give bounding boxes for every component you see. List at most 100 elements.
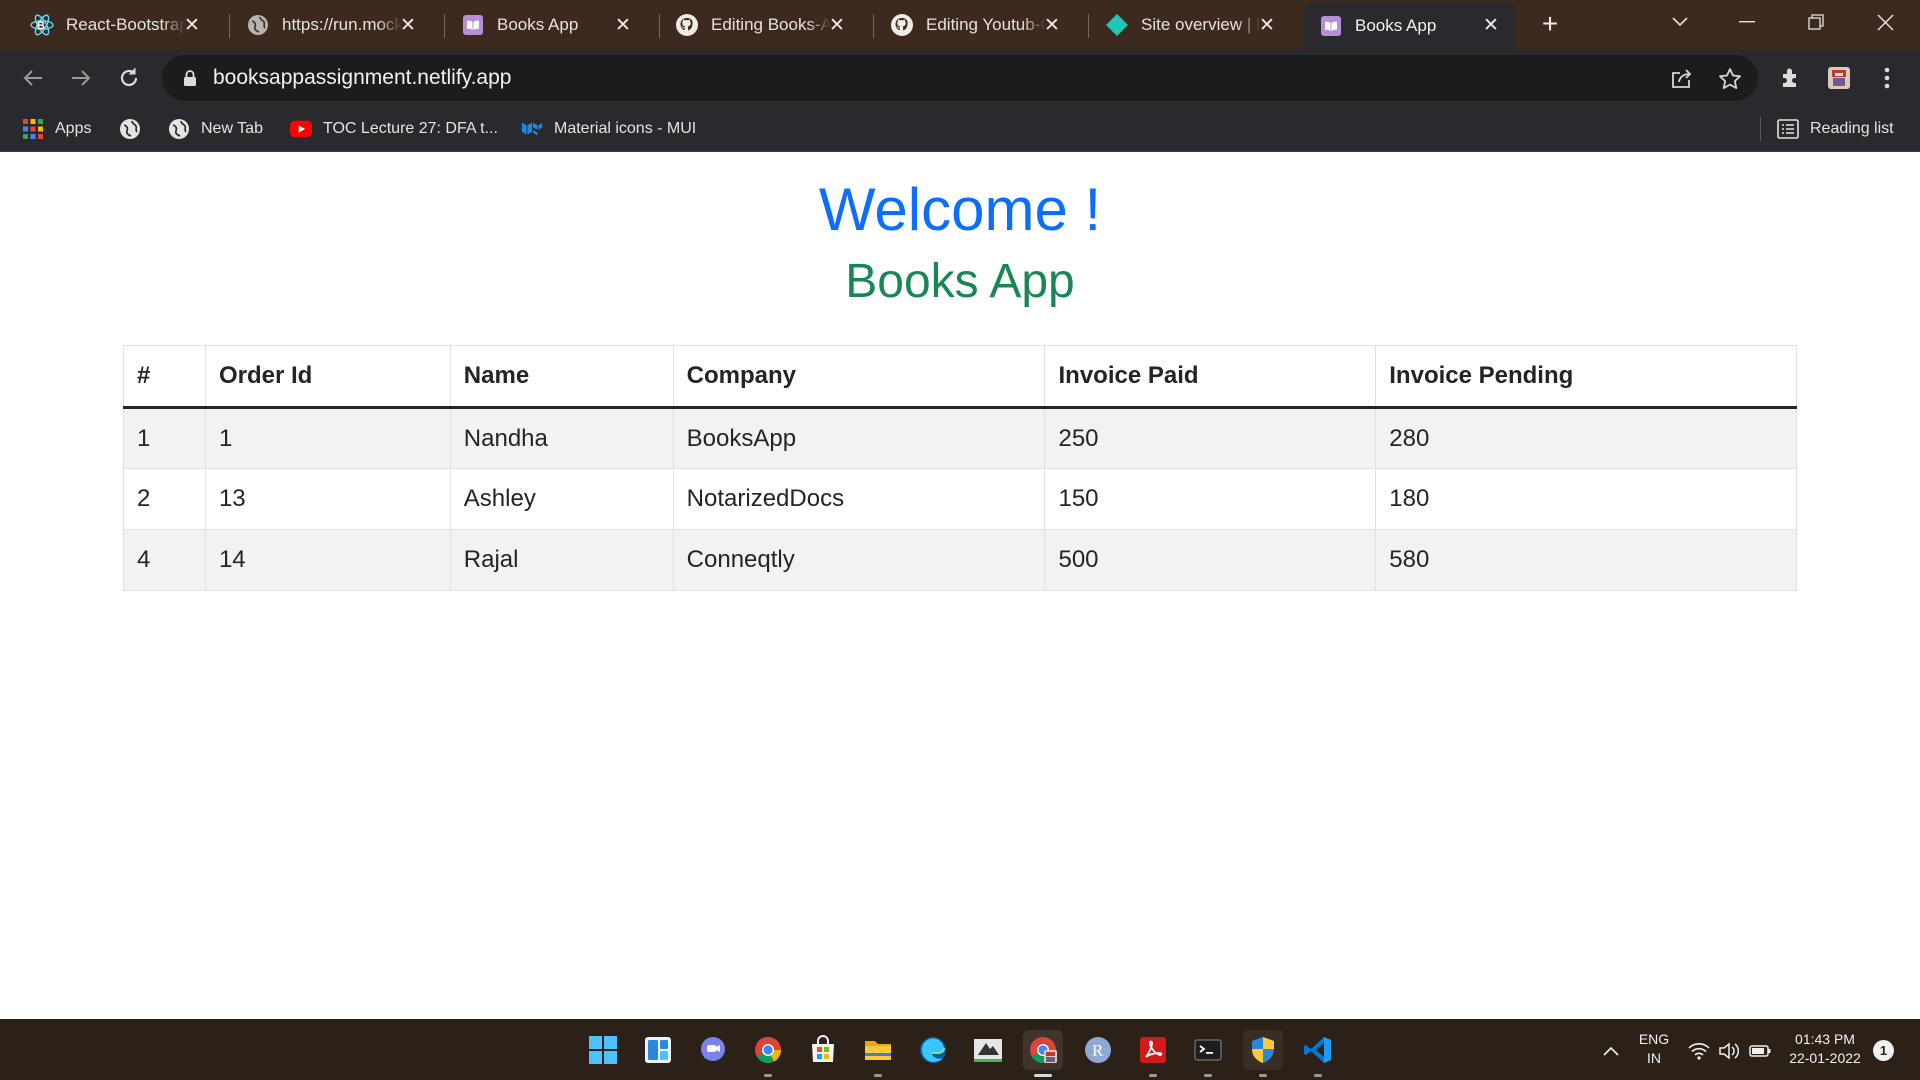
- volume-icon[interactable]: [1718, 1040, 1740, 1062]
- table-cell-invoice-pending: 280: [1375, 407, 1797, 469]
- tray-chevron-up-icon[interactable]: [1600, 1040, 1622, 1062]
- teams-chat-icon[interactable]: [693, 1030, 733, 1070]
- table-cell-number: 1: [123, 407, 206, 469]
- tab-title: https://run.mocky: [282, 15, 402, 34]
- widgets-icon[interactable]: [638, 1030, 678, 1070]
- vscode-icon[interactable]: [1298, 1030, 1338, 1077]
- tab-title: Books App: [1355, 16, 1437, 35]
- profile-avatar-icon[interactable]: [1823, 62, 1855, 94]
- reading-list-button[interactable]: Reading list: [1777, 106, 1894, 152]
- column-header-order-id: Order Id: [204, 345, 451, 409]
- column-header-name: Name: [449, 345, 674, 409]
- page-content: Welcome ! Books App # Order Id Name Comp…: [0, 152, 1920, 1019]
- welcome-heading: Welcome !: [818, 176, 1102, 243]
- windows-start-icon[interactable]: [583, 1030, 623, 1070]
- bookmark-new-tab[interactable]: New Tab: [168, 106, 263, 152]
- table-cell-name: Rajal: [449, 529, 674, 591]
- table-cell-order-id: 14: [204, 529, 451, 591]
- share-icon[interactable]: [1669, 66, 1695, 92]
- reading-list-label: Reading list: [1810, 120, 1894, 137]
- tab-title: Editing Youtub-Clone: [926, 15, 1046, 34]
- restore-icon[interactable]: [1786, 0, 1846, 44]
- reading-list-icon: [1777, 118, 1799, 140]
- r-app-icon[interactable]: R: [1078, 1030, 1118, 1070]
- column-header-company: Company: [672, 345, 1046, 409]
- tab-title: Editing Books-App: [711, 15, 831, 34]
- edge-icon[interactable]: [913, 1030, 953, 1070]
- table-row: 1 1 Nandha BooksApp 250 280: [123, 407, 1797, 469]
- extensions-puzzle-icon[interactable]: [1775, 62, 1807, 94]
- close-icon[interactable]: ✕: [181, 14, 203, 36]
- snipping-tool-icon[interactable]: [968, 1030, 1008, 1070]
- tab-editing-books-app[interactable]: Editing Books-App ✕: [645, 0, 862, 50]
- battery-icon[interactable]: [1749, 1040, 1771, 1062]
- back-arrow-icon[interactable]: [17, 62, 49, 94]
- new-tab-button[interactable]: +: [1535, 10, 1565, 40]
- lock-icon[interactable]: [180, 68, 200, 88]
- table-cell-name: Nandha: [449, 407, 674, 469]
- close-icon[interactable]: ✕: [1480, 14, 1502, 36]
- more-vertical-icon[interactable]: [1871, 62, 1903, 94]
- forward-arrow-icon[interactable]: [65, 62, 97, 94]
- tab-title: React-Bootstrap: [66, 15, 186, 34]
- tab-books-app[interactable]: Books App ✕: [431, 0, 648, 50]
- globe-icon: [246, 13, 270, 37]
- clock-date: 22-01-2022: [1789, 1050, 1861, 1066]
- tab-react-bootstrap[interactable]: B React-Bootstrap ✕: [0, 0, 217, 50]
- github-icon: [890, 13, 914, 37]
- clock-time: 01:43 PM: [1795, 1031, 1855, 1047]
- close-icon[interactable]: ✕: [1256, 14, 1278, 36]
- bookmark-label: Apps: [55, 120, 92, 137]
- table-cell-company: Conneqtly: [672, 529, 1046, 591]
- browser-toolbar: booksappassignment.netlify.app: [0, 50, 1920, 106]
- netlify-icon: [1105, 13, 1129, 37]
- table-cell-invoice-paid: 250: [1044, 407, 1377, 469]
- close-icon[interactable]: ✕: [826, 14, 848, 36]
- tab-editing-youtube-clone[interactable]: Editing Youtub-Clone ✕: [860, 0, 1077, 50]
- github-icon: [675, 13, 699, 37]
- orders-table: # Order Id Name Company Invoice Paid Inv…: [123, 345, 1797, 591]
- language-indicator[interactable]: ENG IN: [1636, 1030, 1672, 1068]
- notification-badge[interactable]: 1: [1873, 1040, 1894, 1061]
- tab-mocky[interactable]: https://run.mocky ✕: [216, 0, 433, 50]
- close-icon[interactable]: ✕: [612, 14, 634, 36]
- tab-search-chevron-icon[interactable]: [1650, 0, 1710, 44]
- table-cell-company: NotarizedDocs: [672, 468, 1046, 530]
- react-bootstrap-icon: B: [30, 13, 54, 37]
- bookmark-label: New Tab: [201, 120, 263, 137]
- tab-site-overview[interactable]: Site overview | books ✕: [1075, 0, 1292, 50]
- file-explorer-icon[interactable]: [858, 1030, 898, 1077]
- globe-icon: [168, 118, 190, 140]
- clock[interactable]: 01:43 PM 22-01-2022: [1783, 1030, 1867, 1068]
- terminal-icon[interactable]: [1188, 1030, 1228, 1077]
- table-row: 4 14 Rajal Conneqtly 500 580: [123, 529, 1797, 591]
- table-cell-company: BooksApp: [672, 407, 1046, 469]
- reload-icon[interactable]: [113, 62, 145, 94]
- column-header-invoice-paid: Invoice Paid: [1044, 345, 1377, 409]
- bookmark-globe[interactable]: [119, 106, 152, 152]
- chrome-profile-icon[interactable]: [1023, 1030, 1063, 1077]
- bookmark-toc-lecture[interactable]: TOC Lecture 27: DFA t...: [290, 106, 498, 152]
- column-header-number: #: [123, 345, 206, 409]
- minimize-icon[interactable]: [1717, 0, 1777, 44]
- tab-books-app-active[interactable]: Books App ✕: [1303, 2, 1516, 50]
- url-text[interactable]: booksappassignment.netlify.app: [213, 66, 511, 90]
- bookmark-apps[interactable]: Apps: [22, 106, 91, 152]
- close-icon[interactable]: ✕: [397, 14, 419, 36]
- acrobat-icon[interactable]: [1133, 1030, 1173, 1077]
- security-icon[interactable]: [1243, 1030, 1283, 1077]
- window-close-icon[interactable]: [1855, 0, 1915, 44]
- microsoft-store-icon[interactable]: [803, 1030, 843, 1070]
- address-bar[interactable]: booksappassignment.netlify.app: [162, 55, 1758, 101]
- bookmark-star-icon[interactable]: [1717, 66, 1743, 92]
- close-icon[interactable]: ✕: [1041, 14, 1063, 36]
- bookmark-label: TOC Lecture 27: DFA t...: [323, 120, 498, 137]
- table-header-row: # Order Id Name Company Invoice Paid Inv…: [123, 345, 1797, 409]
- bookmark-material-icons[interactable]: Material icons - MUI: [521, 106, 696, 152]
- windows-taskbar: R ENG IN 01:43 PM 22-01-2022: [0, 1019, 1920, 1080]
- table-cell-number: 2: [123, 468, 206, 530]
- language-code: ENG: [1638, 1031, 1670, 1047]
- chrome-icon[interactable]: [748, 1030, 788, 1077]
- wifi-icon[interactable]: [1688, 1040, 1710, 1062]
- bookmarks-bar: Apps New Tab TOC Lecture 27: DFA t... Ma…: [0, 106, 1920, 152]
